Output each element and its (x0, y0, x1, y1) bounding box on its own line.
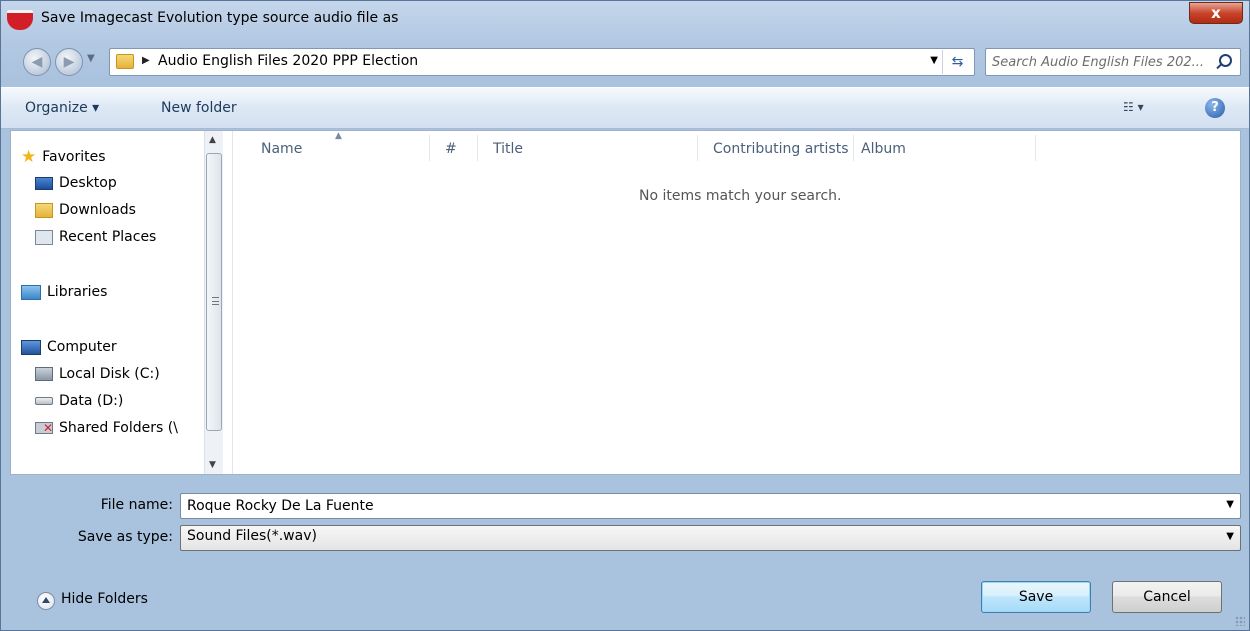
command-toolbar: Organize ▾ New folder ☷ ▾ ? (1, 87, 1249, 129)
save-button[interactable]: Save (981, 581, 1091, 613)
empty-message: No items match your search. (639, 188, 842, 204)
nav-item-label: Computer (47, 339, 117, 355)
change-view-button[interactable]: ☷ ▾ (1123, 100, 1144, 114)
nav-item-label: Libraries (47, 284, 108, 300)
refresh-icon: ⇆ (951, 54, 964, 70)
column-header-name[interactable]: Name (261, 141, 302, 157)
nav-item-downloads[interactable]: Downloads (35, 202, 136, 226)
scroll-thumb[interactable] (206, 153, 222, 431)
save-type-value: Sound Files(*.wav) (187, 528, 317, 544)
file-name-combobox: ▼ (180, 493, 1241, 519)
nav-pane-scrollbar[interactable]: ▲ ▼ (204, 131, 223, 474)
view-list-icon: ☷ ▾ (1123, 100, 1144, 114)
column-divider[interactable] (1035, 135, 1036, 161)
navigation-pane: ★ Favorites Desktop Downloads Recent Plac… (11, 131, 233, 474)
chevron-down-icon: ▼ (87, 53, 95, 64)
network-drive-disconnected-icon: ✕ (35, 422, 53, 434)
recent-places-icon (35, 229, 53, 245)
collapse-up-icon[interactable] (37, 592, 55, 610)
nav-item-label: Downloads (59, 202, 136, 218)
chevron-down-icon[interactable]: ▼ (1226, 499, 1234, 510)
breadcrumb-current-folder[interactable]: Audio English Files 2020 PPP Election (158, 53, 418, 69)
drive-icon (35, 397, 53, 405)
nav-item-label: Local Disk (C:) (59, 366, 160, 382)
refresh-button[interactable]: ⇆ (942, 50, 972, 74)
column-divider[interactable] (697, 135, 698, 161)
nav-item-label: Favorites (42, 149, 106, 165)
save-dialog: Save Imagecast Evolution type source aud… (0, 0, 1250, 631)
browser-area: ★ Favorites Desktop Downloads Recent Plac… (10, 130, 1241, 475)
column-header-title[interactable]: Title (493, 141, 523, 157)
cancel-button[interactable]: Cancel (1112, 581, 1222, 613)
back-button[interactable]: ◀ (23, 48, 51, 76)
organize-menu-button[interactable]: Organize ▾ (25, 100, 99, 116)
scroll-up-icon[interactable]: ▲ (209, 135, 216, 145)
file-name-input[interactable] (181, 494, 1211, 518)
address-bar[interactable]: ▶ Audio English Files 2020 PPP Election … (109, 48, 975, 76)
star-icon: ★ (21, 147, 37, 167)
forward-button[interactable]: ▶ (55, 48, 83, 76)
recent-locations-dropdown[interactable]: ▼ (87, 53, 95, 64)
save-type-select[interactable]: Sound Files(*.wav) ▼ (180, 525, 1241, 551)
column-header-number[interactable]: # (445, 141, 457, 157)
window-title: Save Imagecast Evolution type source aud… (41, 10, 399, 26)
computer-icon (21, 339, 41, 355)
column-header-contributing-artists[interactable]: Contributing artists (713, 141, 849, 157)
nav-item-desktop[interactable]: Desktop (35, 175, 117, 199)
scroll-down-icon[interactable]: ▼ (209, 460, 216, 470)
grip-icon (212, 297, 219, 305)
address-dropdown-icon[interactable]: ▼ (930, 55, 938, 66)
desktop-icon (35, 176, 53, 190)
nav-item-label: Shared Folders (\ (59, 420, 178, 436)
column-divider[interactable] (853, 135, 854, 161)
nav-item-label: Recent Places (59, 229, 157, 245)
arrow-right-icon: ▶ (63, 54, 75, 70)
nav-item-data-drive[interactable]: Data (D:) (35, 393, 123, 417)
nav-item-shared-folders[interactable]: ✕ Shared Folders (\ (35, 420, 178, 444)
nav-item-favorites[interactable]: ★ Favorites (21, 147, 106, 171)
file-list: ▲ Name # Title Contributing artists Albu… (233, 131, 1240, 474)
new-folder-button[interactable]: New folder (161, 100, 237, 116)
arrow-left-icon: ◀ (31, 54, 43, 70)
nav-item-label: Desktop (59, 175, 117, 191)
libraries-icon (21, 284, 41, 300)
nav-item-recent-places[interactable]: Recent Places (35, 229, 156, 253)
search-icon[interactable] (1219, 54, 1232, 67)
hide-folders-button[interactable]: Hide Folders (61, 591, 148, 607)
column-divider[interactable] (429, 135, 430, 161)
nav-item-libraries[interactable]: Libraries (21, 284, 107, 308)
downloads-folder-icon (35, 202, 53, 218)
title-bar: Save Imagecast Evolution type source aud… (1, 1, 1249, 37)
app-logo-icon (7, 10, 33, 30)
breadcrumb-separator-icon[interactable]: ▶ (142, 55, 150, 66)
search-box (985, 48, 1241, 76)
address-row: ◀ ▶ ▼ ▶ Audio English Files 2020 PPP Ele… (1, 43, 1249, 79)
nav-item-label: Data (D:) (59, 393, 124, 409)
close-button[interactable]: x (1189, 2, 1243, 24)
column-header-album[interactable]: Album (861, 141, 906, 157)
save-type-label: Save as type: (77, 529, 173, 545)
nav-item-computer[interactable]: Computer (21, 339, 117, 363)
search-input[interactable] (986, 49, 1210, 75)
sort-ascending-icon: ▲ (335, 131, 342, 141)
nav-item-local-disk[interactable]: Local Disk (C:) (35, 366, 160, 390)
local-disk-icon (35, 367, 53, 381)
folder-icon (116, 54, 134, 69)
file-name-label: File name: (100, 497, 173, 513)
resize-grip-icon[interactable] (1235, 616, 1245, 626)
help-button[interactable]: ? (1205, 98, 1225, 118)
chevron-down-icon[interactable]: ▼ (1226, 531, 1234, 542)
column-divider[interactable] (477, 135, 478, 161)
